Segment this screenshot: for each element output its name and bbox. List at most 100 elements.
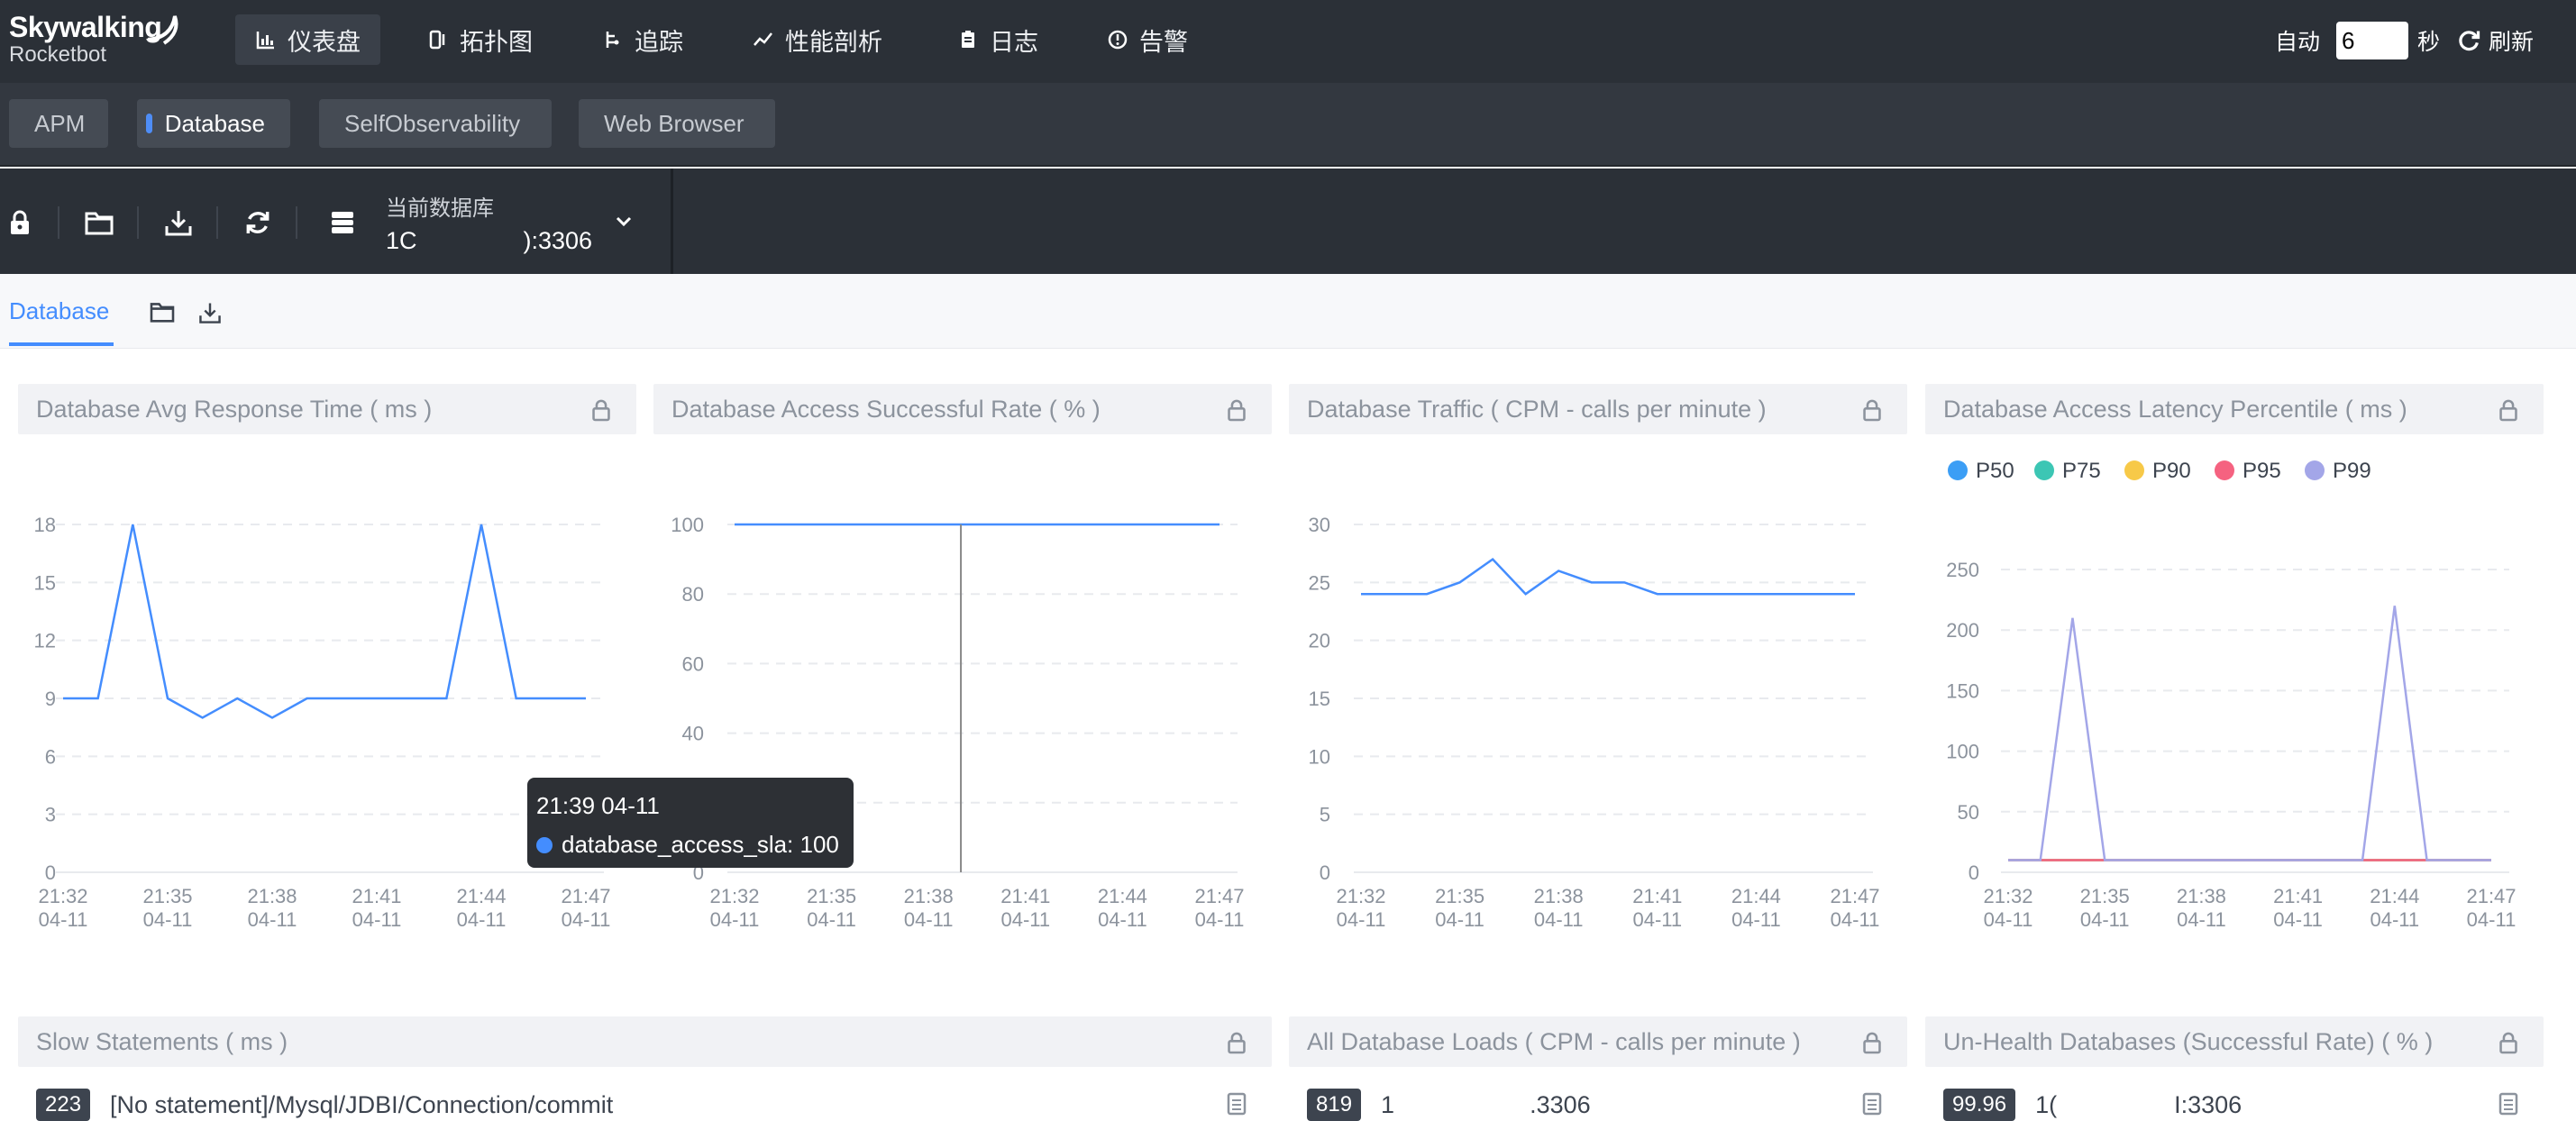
template-tab-database[interactable]: Database: [137, 99, 290, 148]
legend-swatch: [2305, 460, 2325, 480]
y-tick-label: 30: [1309, 514, 1330, 536]
series-line: [1361, 557, 1855, 596]
database-icon: [332, 212, 353, 233]
x-tick-label: 21:32: [709, 885, 759, 907]
bar-chart-icon: [256, 32, 274, 50]
value-badge: 223: [36, 1089, 91, 1121]
copy-icon[interactable]: [2498, 1090, 2518, 1116]
x-tick-label: 21:44: [1098, 885, 1147, 907]
x-tick-date-label: 04-11: [1831, 908, 1880, 931]
template-bar: APM Database SelfObservability Web Brows…: [0, 83, 2576, 167]
x-tick-label: 21:44: [2370, 885, 2419, 907]
x-tick-date-label: 04-11: [904, 908, 954, 931]
tooltip-value: database_access_sla: 100: [562, 831, 839, 858]
db-name-end: I:3306: [2174, 1090, 2243, 1118]
refresh-controls: 自动 秒 刷新: [2275, 18, 2534, 63]
folder-icon: [85, 212, 114, 235]
template-tab-selfobservability[interactable]: SelfObservability: [319, 99, 552, 148]
tool-divider: [216, 206, 218, 239]
x-tick-date-label: 04-11: [1534, 908, 1584, 931]
x-tick-date-label: 04-11: [1731, 908, 1781, 931]
y-tick-label: 250: [1946, 559, 1979, 581]
download-icon: [165, 211, 192, 236]
refresh-button[interactable]: 刷新: [2489, 24, 2534, 57]
nav-logs[interactable]: 日志: [937, 14, 1058, 65]
x-tick-label: 21:38: [247, 885, 297, 907]
x-tick-label: 21:47: [1830, 885, 1879, 907]
y-tick-label: 15: [34, 571, 56, 594]
template-label: Web Browser: [604, 109, 744, 137]
panel-title: Database Avg Response Time ( ms ): [18, 384, 636, 434]
legend-label: P75: [2062, 459, 2101, 483]
x-tick-label: 21:32: [1983, 885, 2032, 907]
nav-trace[interactable]: 追踪: [582, 14, 703, 65]
trace-icon: [606, 32, 619, 48]
lock-icon[interactable]: [591, 398, 611, 422]
download-icon: [199, 303, 221, 324]
x-tick-label: 21:41: [352, 885, 401, 907]
db-value-start: 1C: [386, 227, 417, 254]
panel-title: Database Traffic ( CPM - calls per minut…: [1289, 384, 1907, 434]
x-tick-date-label: 04-11: [1195, 908, 1245, 931]
open-folder-button[interactable]: [81, 205, 117, 241]
reload-button[interactable]: [240, 205, 276, 241]
refresh-icon[interactable]: [2456, 28, 2481, 53]
x-tick-date-label: 04-11: [1337, 908, 1386, 931]
x-tick-date-label: 04-11: [710, 908, 760, 931]
y-tick-label: 25: [1309, 571, 1330, 594]
x-tick-label: 21:38: [904, 885, 954, 907]
download-button[interactable]: [160, 205, 196, 241]
y-tick-label: 5: [1320, 804, 1330, 826]
nav-profiling[interactable]: 性能剖析: [733, 14, 902, 65]
database-dropdown[interactable]: [613, 210, 635, 236]
nav-label: 告警: [1139, 28, 1188, 56]
export-button[interactable]: [198, 301, 222, 329]
copy-icon[interactable]: [1862, 1090, 1882, 1116]
tool-divider: [296, 206, 297, 239]
interval-input[interactable]: [2336, 22, 2409, 59]
x-tick-date-label: 04-11: [2273, 908, 2323, 931]
database-selector[interactable]: 当前数据库 1C):3306: [386, 190, 592, 255]
logo: Skywalking Rocketbot: [9, 11, 178, 67]
list-item[interactable]: 99.96 1(I:3306: [1943, 1089, 2242, 1121]
lock-icon[interactable]: [1862, 1031, 1882, 1054]
y-tick-label: 200: [1946, 619, 1979, 642]
panel-avg-response-time: Database Avg Response Time ( ms ) 0 3 6 9 12…: [18, 384, 636, 1000]
y-tick-label: 18: [34, 514, 56, 536]
copy-icon[interactable]: [1227, 1090, 1247, 1116]
panel-latency-percentile: Database Access Latency Percentile ( ms …: [1925, 384, 2544, 1000]
list-item[interactable]: 819 1 .3306: [1307, 1089, 1591, 1121]
template-tab-apm[interactable]: APM: [9, 99, 108, 148]
dashboard-tab-database[interactable]: Database: [9, 297, 109, 325]
lock-icon[interactable]: [1227, 1031, 1247, 1054]
successful-rate-chart: 02040608010021:3204-1121:3504-1121:3804-…: [671, 514, 1245, 931]
nav-alarm[interactable]: 告警: [1087, 14, 1208, 65]
tool-divider: [671, 169, 673, 274]
brand-product: Rocketbot: [9, 42, 107, 67]
y-tick-label: 80: [682, 583, 704, 606]
nav-dashboard[interactable]: 仪表盘: [235, 14, 380, 65]
lock-icon[interactable]: [1227, 398, 1247, 422]
value-badge: 99.96: [1943, 1089, 2016, 1121]
y-tick-label: 20: [1309, 630, 1330, 652]
lock-button[interactable]: [2, 205, 38, 241]
template-tab-webbrowser[interactable]: Web Browser: [579, 99, 775, 148]
lock-icon[interactable]: [2498, 1031, 2518, 1054]
x-tick-date-label: 04-11: [143, 908, 193, 931]
x-tick-label: 21:41: [1000, 885, 1050, 907]
x-tick-date-label: 04-11: [1000, 908, 1050, 931]
list-item[interactable]: 223 [No statement]/Mysql/JDBI/Connection…: [36, 1089, 613, 1121]
log-icon: [962, 31, 974, 48]
lock-icon[interactable]: [1862, 398, 1882, 422]
tool-divider: [58, 206, 59, 239]
import-button[interactable]: [150, 301, 175, 327]
y-tick-label: 150: [1946, 679, 1979, 702]
y-tick-label: 100: [671, 514, 704, 536]
lock-icon[interactable]: [2498, 398, 2518, 422]
y-tick-label: 12: [34, 630, 56, 652]
value-badge: 819: [1307, 1089, 1362, 1121]
nav-topology[interactable]: 拓扑图: [407, 14, 553, 65]
current-database-label: 当前数据库: [386, 196, 494, 221]
y-tick-label: 0: [1969, 861, 1979, 884]
y-tick-label: 10: [1309, 745, 1330, 768]
